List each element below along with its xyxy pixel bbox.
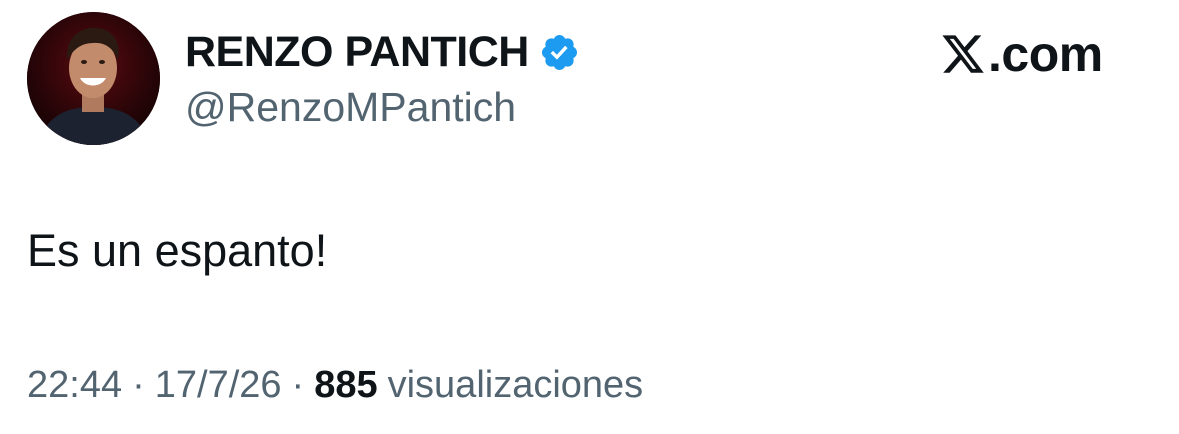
- tweet-meta: 22:44 · 17/7/26 · 885 visualizaciones: [27, 364, 643, 407]
- tweet-time[interactable]: 22:44: [27, 364, 122, 407]
- author-handle[interactable]: @RenzoMPantich: [185, 84, 516, 131]
- brand-domain-text: .com: [988, 26, 1103, 82]
- tweet-date[interactable]: 17/7/26: [155, 364, 282, 407]
- avatar[interactable]: [27, 12, 160, 145]
- tweet-text: Es un espanto!: [27, 225, 328, 276]
- verified-badge-icon: [539, 32, 580, 73]
- x-logo-icon: [940, 31, 986, 77]
- display-name[interactable]: RENZO PANTICH: [185, 28, 529, 77]
- meta-separator: ·: [291, 364, 305, 406]
- views-label: visualizaciones: [387, 364, 644, 406]
- meta-separator: ·: [132, 364, 145, 406]
- brand-logo: .com: [940, 24, 1103, 84]
- author-name-row[interactable]: RENZO PANTICH: [185, 28, 580, 76]
- avatar-photo: [27, 12, 160, 145]
- views-count: 885: [314, 364, 378, 406]
